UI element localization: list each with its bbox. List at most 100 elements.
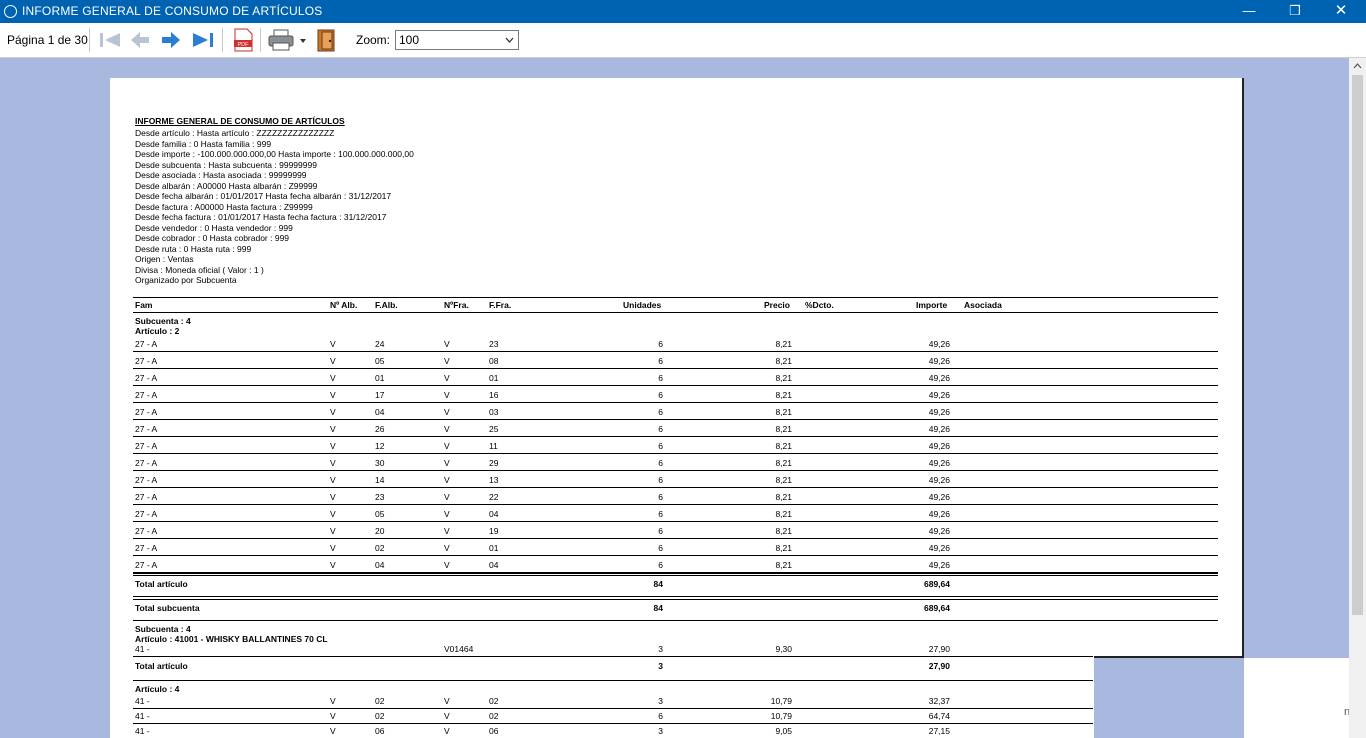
filter-line: Divisa : Moneda oficial ( Valor : 1 ) bbox=[135, 264, 264, 275]
row-separator bbox=[133, 368, 1218, 369]
vertical-scrollbar[interactable] bbox=[1349, 58, 1366, 738]
row-ffra: 25 bbox=[489, 424, 499, 434]
window-title: INFORME GENERAL DE CONSUMO DE ARTÍCULOS bbox=[22, 4, 323, 18]
exit-door-icon bbox=[317, 29, 335, 52]
row-fam: 27 - A bbox=[135, 560, 158, 570]
group1-total-articulo-label: Total artículo bbox=[135, 579, 188, 589]
restore-button[interactable]: ❐ bbox=[1272, 0, 1318, 23]
row-nfra: V bbox=[444, 711, 450, 721]
group2-row-fam: 41 - bbox=[135, 644, 150, 654]
export-pdf-button[interactable]: PDF bbox=[230, 27, 256, 53]
filter-line: Desde factura : A00000 Hasta factura : Z… bbox=[135, 201, 313, 212]
row-precio: 8,21 bbox=[775, 407, 792, 417]
group2-total-articulo-unidades: 3 bbox=[658, 661, 663, 671]
row-unidades: 6 bbox=[658, 458, 663, 468]
row-falb: 23 bbox=[375, 492, 385, 502]
last-page-button[interactable] bbox=[190, 27, 216, 53]
row-falb: 06 bbox=[375, 726, 385, 736]
row-separator bbox=[133, 419, 1218, 420]
row-ffra: 29 bbox=[489, 458, 499, 468]
row-precio: 8,21 bbox=[775, 424, 792, 434]
col-precio: Precio bbox=[764, 300, 790, 310]
print-button[interactable] bbox=[267, 27, 307, 53]
row-precio: 10,79 bbox=[770, 696, 792, 706]
minimize-button[interactable]: — bbox=[1226, 0, 1272, 23]
col-fam: Fam bbox=[135, 300, 153, 310]
row-fam: 27 - A bbox=[135, 509, 158, 519]
row-separator bbox=[133, 555, 1218, 556]
row-nalb: V bbox=[330, 696, 336, 706]
row-separator bbox=[133, 453, 1218, 454]
group1-subcuenta: Subcuenta : 4 bbox=[135, 316, 191, 326]
group2-row-nfra: V01464 bbox=[444, 644, 474, 654]
toolbar-separator bbox=[222, 28, 223, 52]
row-ffra: 16 bbox=[489, 390, 499, 400]
report-page-continuation: Total artículo 3 27,90 Artículo : 4 41 -… bbox=[110, 656, 1094, 738]
row-separator bbox=[133, 521, 1218, 522]
exit-button[interactable] bbox=[314, 27, 340, 53]
svg-text:PDF: PDF bbox=[238, 42, 250, 48]
row-fam: 41 - bbox=[135, 696, 150, 706]
printer-icon bbox=[268, 29, 306, 51]
row-falb: 24 bbox=[375, 339, 385, 349]
row-ffra: 22 bbox=[489, 492, 499, 502]
row-ffra: 02 bbox=[489, 696, 499, 706]
row-separator bbox=[133, 656, 1093, 657]
row-precio: 10,79 bbox=[770, 711, 792, 721]
row-importe: 64,74 bbox=[928, 711, 950, 721]
row-falb: 02 bbox=[375, 543, 385, 553]
row-separator bbox=[133, 436, 1218, 437]
close-button[interactable]: ✕ bbox=[1318, 0, 1364, 23]
filter-line: Desde importe : -100.000.000.000,00 Hast… bbox=[135, 149, 414, 159]
col-asociada: Asociada bbox=[964, 300, 1002, 310]
chevron-down-icon[interactable] bbox=[501, 31, 518, 49]
zoom-value: 100 bbox=[399, 33, 420, 47]
report-title: INFORME GENERAL DE CONSUMO DE ARTÍCULOS bbox=[135, 116, 345, 126]
previous-page-button[interactable] bbox=[127, 27, 153, 53]
col-dcto: %Dcto. bbox=[805, 300, 834, 310]
row-precio: 8,21 bbox=[775, 458, 792, 468]
row-importe: 49,26 bbox=[928, 560, 950, 570]
first-page-button[interactable] bbox=[97, 27, 123, 53]
report-page: INFORME GENERAL DE CONSUMO DE ARTÍCULOS … bbox=[110, 78, 1244, 658]
group2-subcuenta: Subcuenta : 4 bbox=[135, 624, 191, 634]
row-ffra: 04 bbox=[489, 560, 499, 570]
row-importe: 49,26 bbox=[928, 458, 950, 468]
col-unidades: Unidades bbox=[623, 300, 662, 310]
filter-line: Desde fecha factura : 01/01/2017 Hasta f… bbox=[135, 212, 387, 222]
filter-line: Desde familia : 0 Hasta familia : 999 bbox=[135, 138, 272, 149]
filter-line: Desde asociada : Hasta asociada : 999999… bbox=[135, 170, 307, 180]
row-importe: 49,26 bbox=[928, 492, 950, 502]
zoom-select[interactable]: 100 bbox=[395, 30, 519, 50]
row-separator bbox=[133, 470, 1218, 471]
row-unidades: 6 bbox=[658, 560, 663, 570]
filter-line: Desde albarán : A00000 Hasta albarán : Z… bbox=[135, 180, 318, 191]
row-importe: 49,26 bbox=[928, 373, 950, 383]
total-subcuenta-line bbox=[133, 599, 1218, 600]
viewer-blank-area bbox=[1244, 658, 1349, 738]
group2-articulo: Artículo : 41001 - WHISKY BALLANTINES 70… bbox=[135, 634, 328, 644]
total-subcuenta-bottom-line bbox=[133, 620, 1218, 621]
next-page-button[interactable] bbox=[158, 27, 184, 53]
row-nfra: V bbox=[444, 543, 450, 553]
toolbar-separator bbox=[260, 28, 261, 52]
scrollbar-thumb[interactable] bbox=[1352, 75, 1363, 615]
filter-line: Desde vendedor : 0 Hasta vendedor : 999 bbox=[135, 222, 293, 233]
row-precio: 8,21 bbox=[775, 339, 792, 349]
group2-row-importe: 27,90 bbox=[928, 644, 950, 654]
group2-row-unidades: 3 bbox=[658, 644, 663, 654]
row-unidades: 6 bbox=[658, 475, 663, 485]
row-importe: 49,26 bbox=[928, 424, 950, 434]
group2-row-precio: 9,30 bbox=[775, 644, 792, 654]
report-viewer[interactable]: na INFORME GENERAL DE CONSUMO DE ARTÍCUL… bbox=[0, 58, 1349, 738]
scroll-up-icon[interactable] bbox=[1353, 63, 1362, 69]
row-fam: 41 - bbox=[135, 711, 150, 721]
row-precio: 8,21 bbox=[775, 509, 792, 519]
row-nfra: V bbox=[444, 696, 450, 706]
col-ffra: F.Fra. bbox=[489, 300, 512, 310]
row-falb: 12 bbox=[375, 441, 385, 451]
row-nfra: V bbox=[444, 441, 450, 451]
row-fam: 27 - A bbox=[135, 407, 158, 417]
row-fam: 27 - A bbox=[135, 339, 158, 349]
row-unidades: 3 bbox=[658, 696, 663, 706]
